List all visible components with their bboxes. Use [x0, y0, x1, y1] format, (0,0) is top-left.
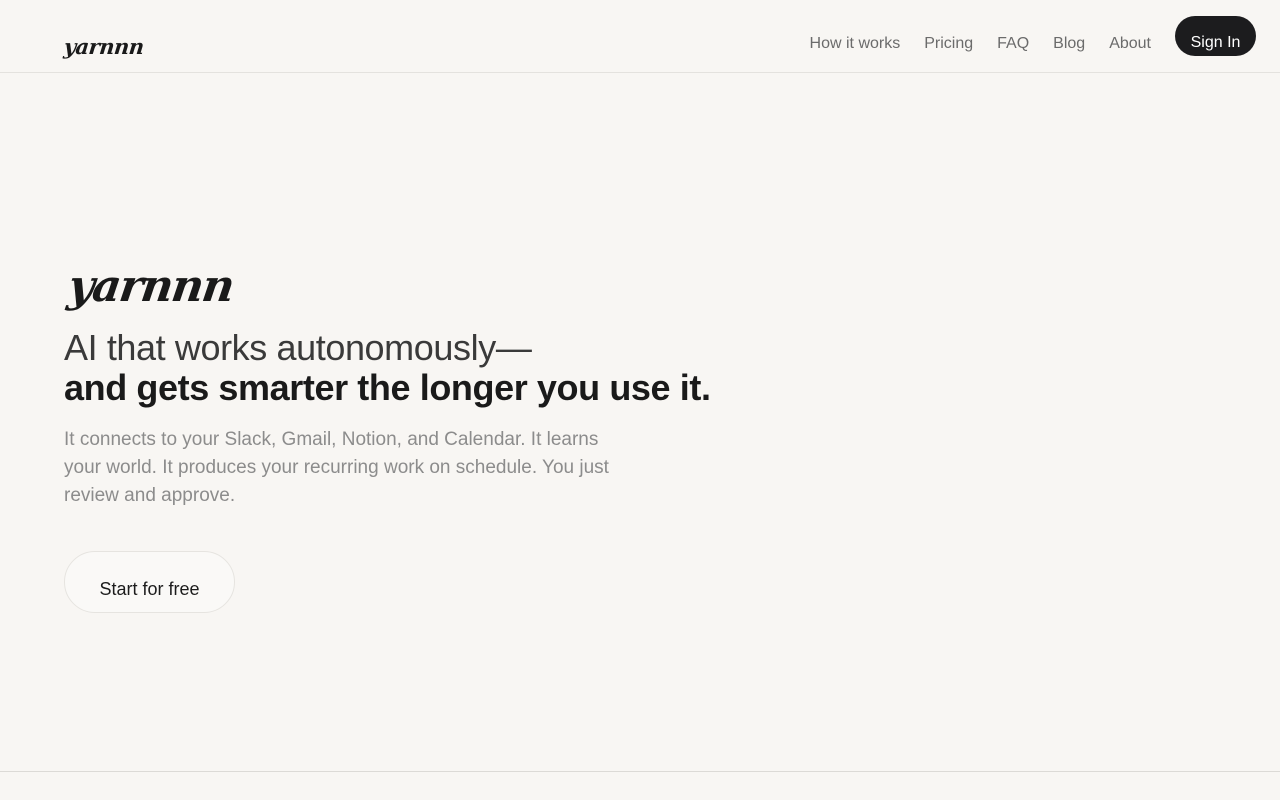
start-for-free-button[interactable]: Start for free	[64, 551, 235, 613]
hero-section: yarnnn AI that works autonomously— and g…	[64, 261, 764, 613]
nav-link-faq[interactable]: FAQ	[997, 16, 1029, 72]
nav-link-pricing[interactable]: Pricing	[924, 16, 973, 72]
hero-subtext: It connects to your Slack, Gmail, Notion…	[64, 429, 609, 506]
headline-line-2: and gets smarter the longer you use it.	[64, 367, 711, 408]
brand-logo[interactable]: yarnnn	[63, 34, 145, 59]
hero-brand-wordmark: yarnnn	[65, 261, 237, 312]
nav-link-blog[interactable]: Blog	[1053, 16, 1085, 72]
landing-page: yarnnn How it works Pricing FAQ Blog Abo…	[0, 0, 1280, 800]
main-nav: How it works Pricing FAQ Blog About Sign…	[810, 16, 1256, 72]
headline-line-1: AI that works autonomously—	[64, 327, 532, 368]
nav-link-how-it-works[interactable]: How it works	[810, 16, 901, 72]
sign-in-button[interactable]: Sign In	[1175, 16, 1256, 56]
section-divider	[0, 771, 1280, 772]
site-header: yarnnn How it works Pricing FAQ Blog Abo…	[0, 0, 1280, 73]
nav-link-about[interactable]: About	[1109, 16, 1151, 72]
hero-headline: AI that works autonomously— and gets sma…	[64, 328, 764, 408]
